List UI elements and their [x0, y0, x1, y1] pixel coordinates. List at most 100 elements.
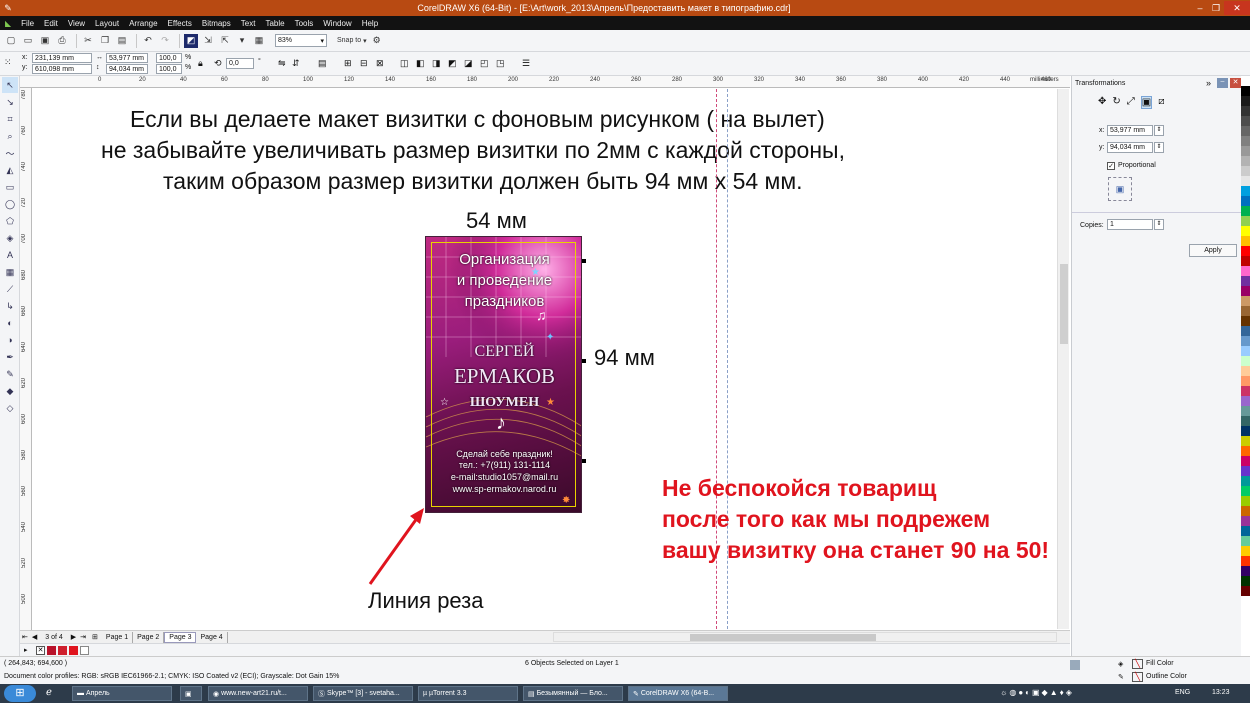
scale-mode-icon[interactable]: ⤢ [1127, 96, 1135, 109]
palette-swatch[interactable] [1241, 146, 1250, 156]
outline-none-swatch[interactable]: ╲ [1132, 672, 1143, 682]
copy-icon[interactable]: ❐ [98, 34, 112, 48]
snap-to-label[interactable]: Snap to ▾ [337, 34, 367, 48]
cut-icon[interactable]: ✂ [81, 34, 95, 48]
tab-page-3[interactable]: Page 3 [164, 631, 197, 643]
application-launcher-icon[interactable]: ▾ [235, 34, 249, 48]
palette-swatch[interactable] [1241, 406, 1250, 416]
table-tool-icon[interactable]: ▦ [2, 264, 18, 280]
freehand-tool-icon[interactable]: 〜 [2, 145, 18, 161]
vertical-scroll-thumb[interactable] [1060, 264, 1068, 344]
palette-swatch[interactable] [1241, 236, 1250, 246]
fill-bucket-icon[interactable]: ◈ [1118, 660, 1123, 668]
interactive-fill-icon[interactable]: ◇ [2, 400, 18, 416]
taskbar-item-skype[interactable]: Ⓢ Skype™ [3] - svetaha... [313, 686, 413, 701]
ellipse-tool-icon[interactable]: ◯ [2, 196, 18, 212]
color-swatch[interactable] [80, 646, 89, 655]
smart-fill-icon[interactable]: ◭ [2, 162, 18, 178]
vertical-scrollbar[interactable] [1057, 89, 1069, 629]
palette-swatch[interactable] [1241, 226, 1250, 236]
connector-tool-icon[interactable]: ↳ [2, 298, 18, 314]
horizontal-scroll-thumb[interactable] [690, 634, 876, 641]
tab-page-4[interactable]: Page 4 [196, 631, 228, 643]
crop-tool-icon[interactable]: ⌗ [2, 111, 18, 127]
palette-swatch[interactable] [1241, 446, 1250, 456]
search-content-icon[interactable]: ◩ [184, 33, 198, 48]
restore-button[interactable]: ❐ [1208, 1, 1224, 15]
palette-swatch[interactable] [1241, 466, 1250, 476]
rotation-angle-field[interactable]: 0,0 [226, 58, 254, 69]
palette-swatch[interactable] [1241, 256, 1250, 266]
height-field[interactable]: 94,034 mm [106, 64, 148, 74]
fill-none-swatch[interactable]: ╲ [1132, 659, 1143, 669]
palette-swatch[interactable] [1241, 576, 1250, 586]
taskbar-item-notepad[interactable]: ▤ Безымянный — Бло... [523, 686, 623, 701]
menu-effects[interactable]: Effects [163, 19, 197, 28]
corel-menu-icon[interactable]: ◣ [0, 19, 16, 28]
x-position-field[interactable]: 231,139 mm [32, 53, 92, 63]
browser-icon[interactable]: ℯ [46, 687, 52, 698]
docker-close-button[interactable]: ✕ [1230, 78, 1241, 88]
zoom-level-select[interactable]: 83% ▾ [275, 34, 327, 47]
text-tool-icon[interactable]: A [2, 247, 18, 263]
palette-swatch[interactable] [1241, 356, 1250, 366]
palette-swatch[interactable] [1241, 366, 1250, 376]
palette-swatch[interactable] [1241, 326, 1250, 336]
palette-swatch[interactable] [1241, 176, 1250, 186]
lock-ratio-icon[interactable]: 🔒︎ [198, 58, 203, 69]
palette-swatch[interactable] [1241, 386, 1250, 396]
options-icon[interactable]: ⚙ [370, 34, 384, 48]
palette-swatch[interactable] [1241, 496, 1250, 506]
palette-swatch[interactable] [1241, 486, 1250, 496]
new-document-icon[interactable]: ▢ [4, 34, 18, 48]
anchor-point-grid-icon[interactable]: ▣ [1108, 177, 1132, 201]
tab-page-2[interactable]: Page 2 [133, 631, 165, 643]
intersect-icon[interactable]: ◩ [448, 58, 457, 69]
menu-layout[interactable]: Layout [90, 19, 124, 28]
group-icon[interactable]: ⊞ [344, 58, 352, 69]
palette-swatch[interactable] [1241, 246, 1250, 256]
print-icon[interactable]: ⎙ [55, 34, 69, 48]
palette-swatch[interactable] [1241, 396, 1250, 406]
eyedropper-tool-icon[interactable]: ✒ [2, 349, 18, 365]
open-folder-icon[interactable]: ▭ [21, 34, 35, 48]
horizontal-ruler[interactable]: 0 20 40 60 80 100 120 140 160 180 200 220 240 260 280 3… [20, 76, 1070, 88]
pick-tool-icon[interactable]: ↖ [2, 77, 18, 93]
palette-swatch[interactable] [1241, 306, 1250, 316]
start-button[interactable]: ⊞ [4, 685, 36, 702]
docker-y-spinner[interactable]: ⇕ [1154, 142, 1164, 153]
wrap-text-icon[interactable]: ▤ [318, 58, 327, 69]
docker-x-field[interactable]: 53,977 mm [1107, 125, 1153, 136]
selection-handle[interactable] [582, 259, 586, 263]
palette-swatch[interactable] [1241, 456, 1250, 466]
import-icon[interactable]: ⇲ [201, 34, 215, 48]
palette-swatch[interactable] [1241, 136, 1250, 146]
y-position-field[interactable]: 610,098 mm [32, 64, 92, 74]
size-mode-icon[interactable]: ▣ [1140, 96, 1153, 109]
color-swatch[interactable] [58, 646, 67, 655]
palette-swatch[interactable] [1241, 546, 1250, 556]
redo-icon[interactable]: ↷ [158, 34, 172, 48]
rotate-icon[interactable]: ⟲ [214, 58, 222, 69]
vertical-ruler[interactable]: 780 760 740 720 700 680 660 640 620 600 580 560 540 5… [20, 88, 32, 630]
palette-swatch[interactable] [1241, 536, 1250, 546]
copies-spinner[interactable]: ⇕ [1154, 219, 1164, 230]
color-swatch[interactable] [69, 646, 78, 655]
palette-swatch[interactable] [1241, 376, 1250, 386]
shape-tool-icon[interactable]: ↘ [2, 94, 18, 110]
combine-icon[interactable]: ◫ [400, 58, 409, 69]
docker-expand-icon[interactable]: » [1206, 78, 1211, 88]
menu-view[interactable]: View [63, 19, 90, 28]
menu-table[interactable]: Table [260, 19, 289, 28]
taskbar-item-coreldraw[interactable]: ✎ CorelDRAW X6 (64-B... [628, 686, 728, 701]
ungroup-all-icon[interactable]: ⊠ [376, 58, 384, 69]
prev-page-icon[interactable]: ◀ [30, 633, 39, 641]
tab-page-1[interactable]: Page 1 [102, 631, 134, 643]
palette-swatch[interactable] [1241, 286, 1250, 296]
palette-swatch[interactable] [1241, 96, 1250, 106]
width-field[interactable]: 53,977 mm [106, 53, 148, 63]
zoom-tool-icon[interactable]: ⌕ [2, 128, 18, 144]
tray-icons[interactable]: ☼◍●◐▣◆▲♦◈ [1000, 688, 1074, 697]
no-color-swatch[interactable]: ✕ [36, 646, 45, 655]
palette-swatch[interactable] [1241, 86, 1250, 96]
